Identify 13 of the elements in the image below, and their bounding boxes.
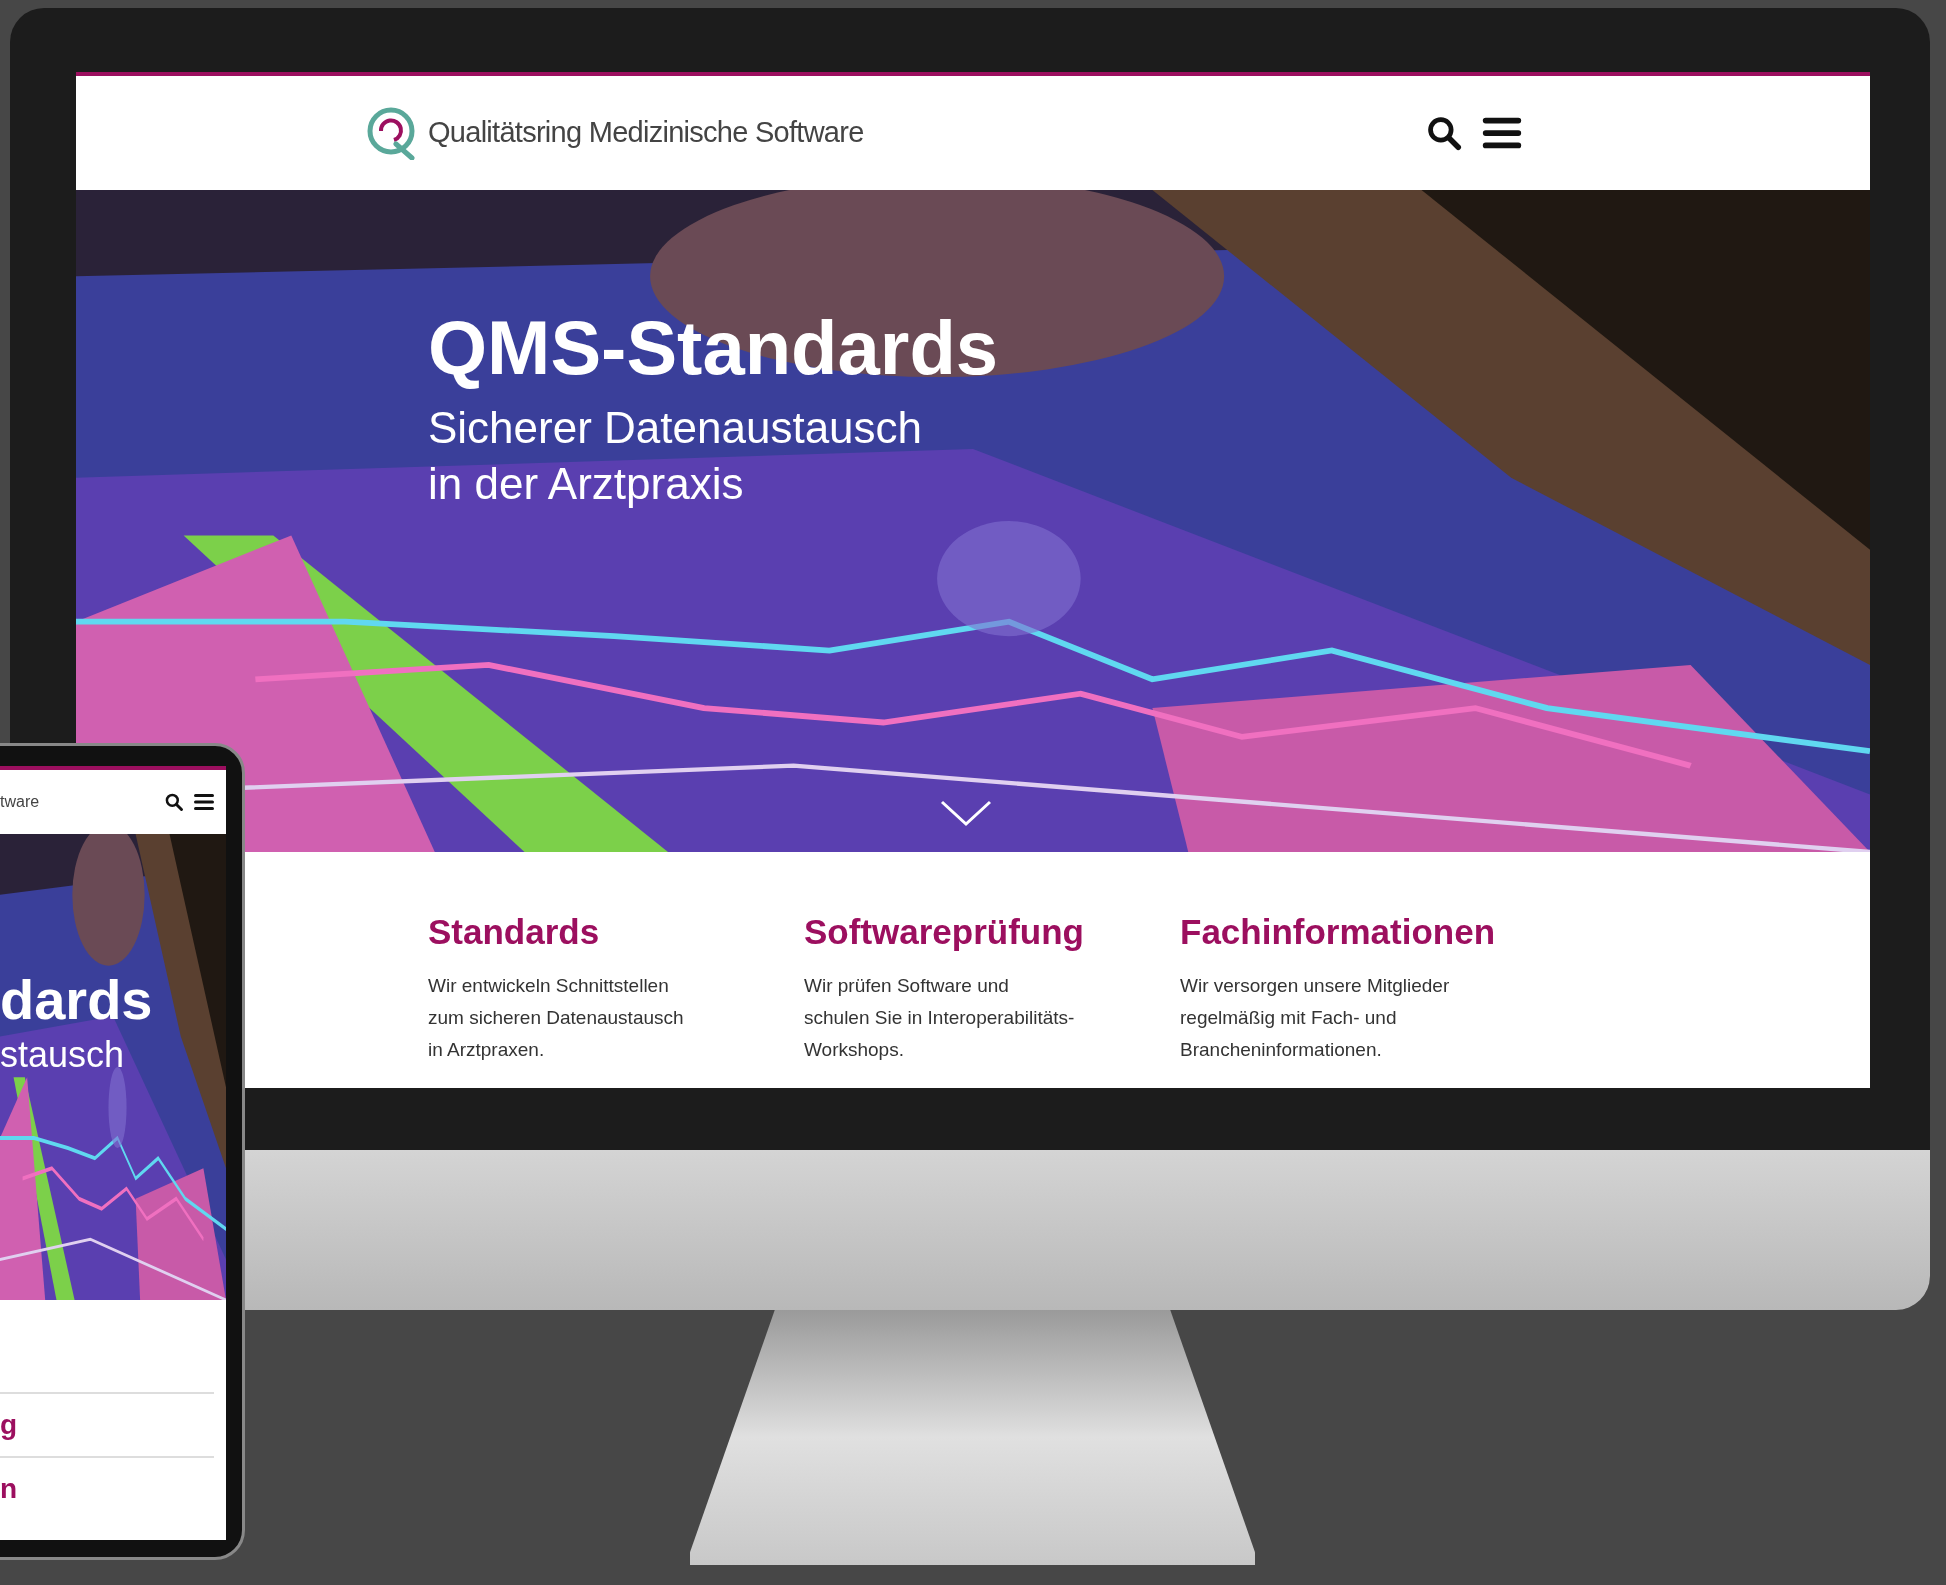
- feature-title[interactable]: Standards: [428, 910, 804, 954]
- feature-title[interactable]: Fachinformationen: [1180, 910, 1556, 954]
- site-name[interactable]: tware: [0, 790, 40, 814]
- search-icon[interactable]: [1425, 114, 1463, 152]
- feature-text: Wir prüfen Software und schulen Sie in Interoperabilitäts- Workshops.: [804, 973, 1076, 1062]
- hero-subtitle: stausch: [0, 1033, 126, 1077]
- site-name[interactable]: Qualitätsring Medizinische Software: [428, 111, 864, 155]
- menu-item[interactable]: g: [0, 1392, 214, 1456]
- feature-text: Wir versorgen unsere Mitglieder regelmäßig mit Fach- und Brancheninformationen.: [1180, 973, 1451, 1062]
- menu-item[interactable]: n: [0, 1456, 214, 1520]
- hero-title: dards: [0, 972, 154, 1028]
- feature-title[interactable]: Softwareprüfung: [804, 910, 1180, 954]
- feature-text: Wir entwickeln Schnittstellen zum sicheren Datenaustausch in Arztpraxen.: [428, 973, 685, 1062]
